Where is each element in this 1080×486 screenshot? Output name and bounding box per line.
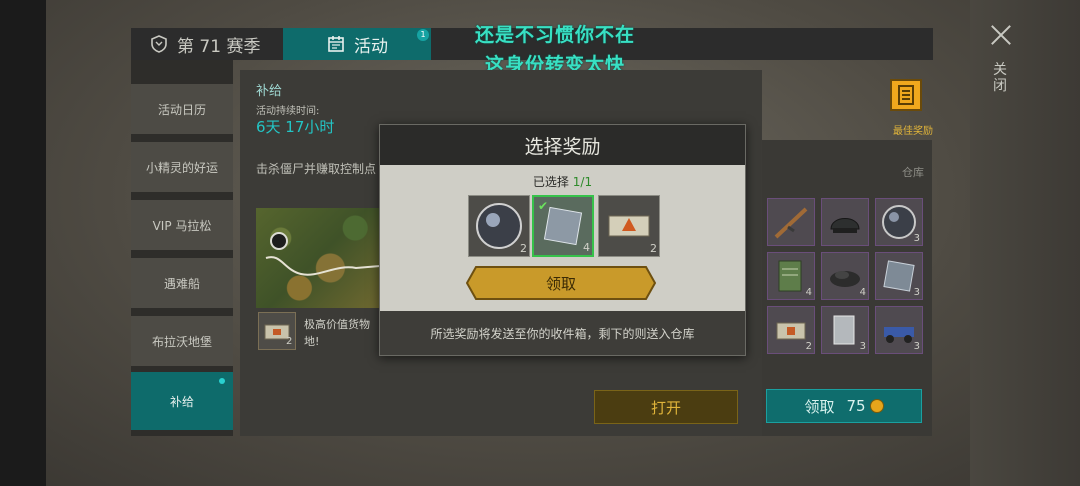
page-title: 补给 [256, 84, 283, 99]
shield-icon [151, 35, 167, 53]
claim-label: 领取 [804, 397, 835, 416]
new-dot [219, 378, 225, 384]
duration-value: 6天 17小时 [256, 118, 335, 136]
slot-count: 4 [859, 287, 866, 298]
sidebar-item-lucky-elf[interactable]: 小精灵的好运 [131, 142, 233, 192]
warehouse-slot[interactable]: 4 [767, 252, 815, 300]
warehouse-slot[interactable]: 2 [767, 306, 815, 354]
warehouse-slot[interactable]: 4 [821, 252, 869, 300]
check-icon: ✔ [538, 199, 549, 213]
warehouse-slot[interactable]: 3 [875, 198, 923, 246]
slot-count: 4 [583, 241, 590, 254]
reward-count: 2 [286, 336, 293, 347]
coin-icon [869, 399, 884, 413]
tab-activity[interactable]: 活动 [283, 28, 431, 60]
warehouse-slot[interactable] [821, 198, 869, 246]
dialog-footer-note: 所选奖励将发送至你的收件箱，剩下的则送入仓库 [380, 311, 745, 355]
slot-count: 4 [805, 287, 812, 298]
slot-count: 2 [805, 341, 812, 352]
sidebar-item-shipwreck[interactable]: 遇难船 [131, 258, 233, 308]
best-reward-label: 最佳奖励 [893, 126, 933, 137]
sidebar-item-label: 小精灵的好运 [145, 160, 218, 175]
warehouse-slot[interactable]: 3 [875, 306, 923, 354]
slot-count: 3 [913, 341, 920, 352]
helmet-icon [830, 218, 860, 233]
reward-option[interactable]: 2 [598, 195, 660, 257]
slot-count: 2 [520, 242, 527, 255]
activity-sidebar: 活动日历 小精灵的好运 VIP 马拉松 遇难船 布拉沃地堡 补给 [131, 60, 233, 436]
warehouse-slot[interactable]: 3 [875, 252, 923, 300]
get-button-label[interactable]: 领取 [466, 266, 656, 300]
warehouse-slot[interactable] [767, 198, 815, 246]
reward-option[interactable]: 2 [468, 195, 530, 257]
map-marker-icon [270, 232, 288, 250]
map-thumbnail [256, 208, 380, 308]
claim-cost: 75 [846, 397, 866, 415]
open-button[interactable]: 打开 [594, 390, 738, 424]
tab-season[interactable]: 第 71 赛季 [149, 28, 260, 60]
slot-count: 3 [913, 287, 920, 298]
selection-counter: 已选择 1/1 [380, 173, 745, 190]
left-border [0, 0, 46, 486]
calendar-icon [328, 36, 344, 52]
close-label[interactable]: 关闭 [990, 62, 1010, 94]
selection-count: 1/1 [572, 175, 593, 189]
slot-count: 3 [859, 341, 866, 352]
selection-prefix: 已选择 [532, 175, 569, 189]
sidebar-item-label: 补给 [169, 394, 194, 409]
best-reward-icon[interactable] [890, 79, 922, 111]
slot-count: 2 [650, 242, 657, 255]
dialog-title: 选择奖励 [380, 125, 745, 165]
activity-description: 击杀僵尸并赚取控制点 [256, 162, 377, 176]
slot-count: 3 [913, 233, 920, 244]
sidebar-item-bravo-bunker[interactable]: 布拉沃地堡 [131, 316, 233, 366]
sidebar-item-label: VIP 马拉松 [152, 218, 212, 233]
tab-activity-label: 活动 [354, 36, 388, 57]
sidebar-item-label: 活动日历 [157, 102, 206, 117]
sidebar-item-vip-marathon[interactable]: VIP 马拉松 [131, 200, 233, 250]
tab-season-label: 第 71 赛季 [177, 36, 261, 57]
sidebar-item-supply[interactable]: 补给 [131, 372, 233, 430]
right-border [970, 0, 1080, 486]
sidebar-item-calendar[interactable]: 活动日历 [131, 84, 233, 134]
close-icon[interactable] [986, 22, 1016, 52]
reward-option-selected[interactable]: ✔ 4 [532, 195, 594, 257]
notification-badge: 1 [417, 29, 429, 41]
warehouse-slot[interactable]: 3 [821, 306, 869, 354]
reward-text: 极高价值货物 地! [304, 318, 370, 348]
warehouse-label: 仓库 [902, 166, 924, 179]
select-reward-dialog: 选择奖励 已选择 1/1 2 ✔ 4 2 所选奖励将发送至你的收件箱，剩下的则送… [379, 124, 746, 356]
duration-label: 活动持续时间: [256, 106, 320, 117]
claim-button[interactable]: 领取 75 [766, 389, 922, 423]
caption-line-1: 还是不习惯你不在 [474, 24, 635, 46]
sidebar-item-label: 遇难船 [163, 276, 200, 291]
rifle-icon [774, 207, 808, 239]
sidebar-item-label: 布拉沃地堡 [151, 334, 212, 349]
